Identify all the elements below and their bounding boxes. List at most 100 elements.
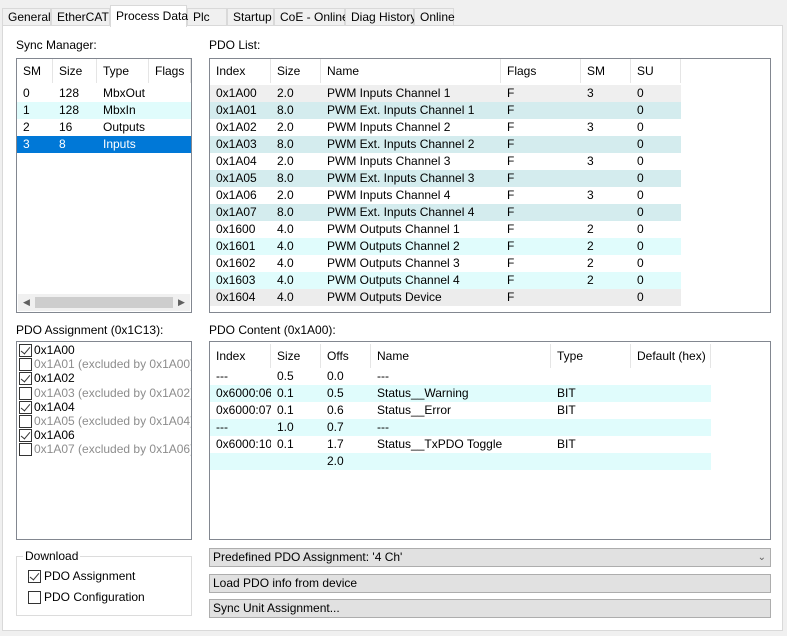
cell-index: 0x1601 bbox=[216, 239, 256, 253]
sync-manager-row[interactable]: 3 8 Inputs bbox=[17, 136, 191, 153]
pdo-assignment-list[interactable]: 0x1A00 0x1A01 (excluded by 0x1A00) 0x1A02 0… bbox=[16, 341, 192, 540]
sync-manager-row[interactable]: 1 128 MbxIn bbox=[17, 102, 191, 119]
cell-name: --- bbox=[377, 369, 389, 383]
download-pdo-assignment-checkbox[interactable]: PDO Assignment bbox=[28, 569, 135, 584]
col-header-default[interactable]: Default (hex) bbox=[631, 344, 711, 368]
cell-name: PWM Inputs Channel 1 bbox=[327, 86, 451, 100]
pdo-list-row[interactable]: 0x1600 4.0 PWM Outputs Channel 1 F 2 0 bbox=[210, 221, 681, 238]
cell-index: 0x1603 bbox=[216, 273, 256, 287]
pdo-list-row[interactable]: 0x1A01 8.0 PWM Ext. Inputs Channel 1 F 0 bbox=[210, 102, 681, 119]
checkbox-icon[interactable] bbox=[19, 344, 32, 357]
col-header-index[interactable]: Index bbox=[210, 59, 271, 83]
pdo-list-row[interactable]: 0x1A05 8.0 PWM Ext. Inputs Channel 3 F 0 bbox=[210, 170, 681, 187]
pdo-list-row[interactable]: 0x1604 4.0 PWM Outputs Device F 0 bbox=[210, 289, 681, 306]
col-header-type[interactable]: Type bbox=[551, 344, 631, 368]
download-pdo-configuration-checkbox[interactable]: PDO Configuration bbox=[28, 590, 145, 605]
pdo-list-row[interactable]: 0x1602 4.0 PWM Outputs Channel 3 F 2 0 bbox=[210, 255, 681, 272]
cell-default bbox=[631, 368, 711, 385]
cell-flags bbox=[149, 85, 191, 102]
cell-index: 0x1A02 bbox=[216, 120, 257, 134]
pdo-list-header: Index Size Name Flags SM SU bbox=[210, 59, 770, 84]
cell-type: Inputs bbox=[103, 137, 136, 151]
sync-unit-assignment-button[interactable]: Sync Unit Assignment... bbox=[209, 599, 771, 618]
pdo-content-row[interactable]: --- 1.0 0.7 --- bbox=[210, 419, 711, 436]
pdo-assignment-item-label: 0x1A05 (excluded by 0x1A04) bbox=[34, 414, 192, 428]
pdo-content-row[interactable]: 0x6000:06 0.1 0.5 Status__Warning BIT bbox=[210, 385, 711, 402]
checkbox-icon[interactable] bbox=[19, 386, 32, 400]
cell-size: 8 bbox=[59, 137, 66, 151]
pdo-list-row[interactable]: 0x1A03 8.0 PWM Ext. Inputs Channel 2 F 0 bbox=[210, 136, 681, 153]
cell-index: 0x6000:07 bbox=[216, 403, 271, 417]
cell-flags: F bbox=[507, 188, 515, 202]
tab-plc[interactable]: Plc bbox=[187, 8, 227, 26]
col-header-sm[interactable]: SM bbox=[17, 59, 53, 83]
sync-manager-list[interactable]: SM Size Type Flags 0 128 MbxOut 1 128 MbxIn 2 1… bbox=[16, 58, 192, 313]
cell-su: 0 bbox=[637, 103, 644, 117]
col-header-size[interactable]: Size bbox=[53, 59, 97, 83]
load-pdo-info-button[interactable]: Load PDO info from device bbox=[209, 574, 771, 593]
col-header-offs[interactable]: Offs bbox=[321, 344, 371, 368]
tab-coe-online[interactable]: CoE - Online bbox=[274, 8, 349, 26]
pdo-list-row[interactable]: 0x1A04 2.0 PWM Inputs Channel 3 F 3 0 bbox=[210, 153, 681, 170]
checkbox-icon[interactable] bbox=[19, 372, 32, 386]
cell-type: BIT bbox=[557, 386, 576, 400]
col-header-su[interactable]: SU bbox=[631, 59, 681, 83]
cell-name: PWM Ext. Inputs Channel 4 bbox=[327, 205, 475, 219]
col-header-sm[interactable]: SM bbox=[581, 59, 631, 83]
tab-startup[interactable]: Startup bbox=[227, 8, 274, 26]
cell-name: PWM Outputs Device bbox=[327, 290, 442, 304]
cell-flags: F bbox=[507, 137, 515, 151]
col-header-flags[interactable]: Flags bbox=[149, 59, 191, 83]
sync-manager-row[interactable]: 0 128 MbxOut bbox=[17, 85, 191, 102]
cell-name: PWM Ext. Inputs Channel 3 bbox=[327, 171, 475, 185]
pdo-list-row[interactable]: 0x1601 4.0 PWM Outputs Channel 2 F 2 0 bbox=[210, 238, 681, 255]
pdo-content-row[interactable]: 0x6000:10 0.1 1.7 Status__TxPDO Toggle BIT bbox=[210, 436, 711, 453]
cell-offs: 0.5 bbox=[327, 386, 344, 400]
col-header-size[interactable]: Size bbox=[271, 344, 321, 368]
pdo-content-list[interactable]: Index Size Offs Name Type Default (hex) … bbox=[209, 341, 771, 540]
predefined-pdo-assignment-combo[interactable]: Predefined PDO Assignment: '4 Ch' ⌄ bbox=[209, 548, 771, 567]
pdo-list[interactable]: Index Size Name Flags SM SU 0x1A00 2.0 PWM… bbox=[209, 58, 771, 313]
cell-name: PWM Outputs Channel 2 bbox=[327, 239, 460, 253]
cell-name: PWM Ext. Inputs Channel 2 bbox=[327, 137, 475, 151]
pdo-list-row[interactable]: 0x1A00 2.0 PWM Inputs Channel 1 F 3 0 bbox=[210, 85, 681, 102]
checkbox-icon[interactable] bbox=[19, 429, 32, 443]
checkbox-icon[interactable] bbox=[19, 358, 32, 372]
cell-size: 4.0 bbox=[277, 256, 294, 270]
scroll-left-icon[interactable]: ◀ bbox=[18, 294, 35, 311]
col-header-name[interactable]: Name bbox=[321, 59, 501, 83]
col-header-flags[interactable]: Flags bbox=[501, 59, 581, 83]
cell-offs: 0.0 bbox=[327, 369, 344, 383]
cell-size: 8.0 bbox=[277, 103, 294, 117]
cell-type: BIT bbox=[557, 403, 576, 417]
checkbox-icon[interactable] bbox=[19, 400, 32, 414]
pdo-content-row[interactable]: 2.0 bbox=[210, 453, 711, 470]
checkbox-icon[interactable] bbox=[28, 570, 41, 584]
tab-general[interactable]: General bbox=[2, 8, 51, 26]
scroll-right-icon[interactable]: ▶ bbox=[173, 294, 190, 311]
pdo-list-row[interactable]: 0x1A06 2.0 PWM Inputs Channel 4 F 3 0 bbox=[210, 187, 681, 204]
col-header-name[interactable]: Name bbox=[371, 344, 551, 368]
pdo-content-row[interactable]: --- 0.5 0.0 --- bbox=[210, 368, 711, 385]
scroll-thumb[interactable] bbox=[35, 297, 173, 308]
col-header-index[interactable]: Index bbox=[210, 344, 271, 368]
tab-ethercat[interactable]: EtherCAT bbox=[51, 8, 110, 26]
pdo-list-row[interactable]: 0x1A07 8.0 PWM Ext. Inputs Channel 4 F 0 bbox=[210, 204, 681, 221]
tab-online[interactable]: Online bbox=[414, 8, 455, 26]
cell-index: 0x1600 bbox=[216, 222, 256, 236]
pdo-list-row[interactable]: 0x1603 4.0 PWM Outputs Channel 4 F 2 0 bbox=[210, 272, 681, 289]
col-header-size[interactable]: Size bbox=[271, 59, 321, 83]
cell-su: 0 bbox=[637, 290, 644, 304]
checkbox-icon[interactable] bbox=[19, 415, 32, 428]
sync-manager-label: Sync Manager: bbox=[16, 38, 97, 52]
pdo-list-row[interactable]: 0x1A02 2.0 PWM Inputs Channel 2 F 3 0 bbox=[210, 119, 681, 136]
sync-manager-hscrollbar[interactable]: ◀ ▶ bbox=[18, 294, 190, 311]
chevron-down-icon[interactable]: ⌄ bbox=[758, 549, 766, 566]
checkbox-icon[interactable] bbox=[19, 443, 32, 457]
tab-process-data[interactable]: Process Data bbox=[110, 5, 188, 27]
sync-manager-row[interactable]: 2 16 Outputs bbox=[17, 119, 191, 136]
checkbox-icon[interactable] bbox=[28, 591, 41, 605]
tab-diag-history[interactable]: Diag History bbox=[345, 8, 416, 26]
col-header-type[interactable]: Type bbox=[97, 59, 149, 83]
pdo-content-row[interactable]: 0x6000:07 0.1 0.6 Status__Error BIT bbox=[210, 402, 711, 419]
